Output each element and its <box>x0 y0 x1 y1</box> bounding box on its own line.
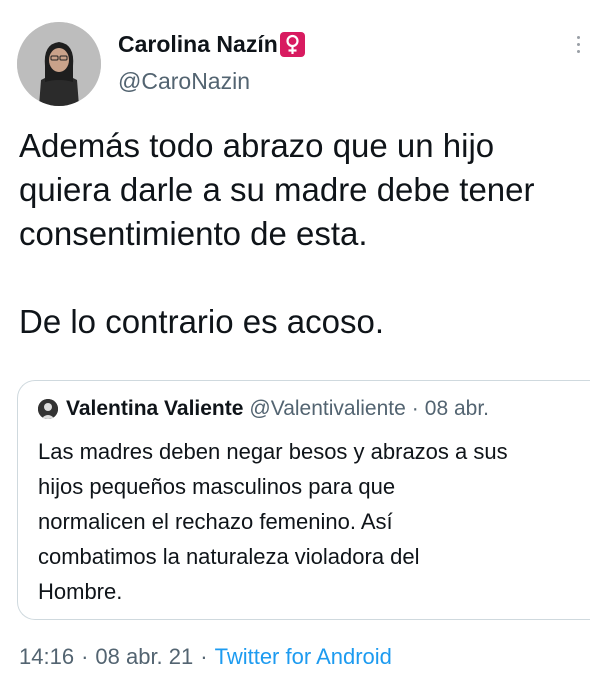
quoted-tweet-date[interactable]: 08 abr. <box>425 397 489 421</box>
quoted-text-line: Las madres deben negar besos y abrazos a… <box>38 439 508 464</box>
tweet-text-line: quiera darle a su madre debe tener <box>19 171 535 208</box>
tweet-text-line: Además todo abrazo que un hijo <box>19 127 495 164</box>
quoted-tweet-text: Las madres deben negar besos y abrazos a… <box>38 434 590 609</box>
avatar[interactable] <box>17 22 101 106</box>
separator-dot: · <box>411 397 419 420</box>
author-display-name[interactable]: Carolina Nazín <box>118 31 278 58</box>
quoted-author-name[interactable]: Valentina Valiente <box>66 397 243 421</box>
avatar-photo <box>17 22 101 106</box>
quoted-text-line: combatimos la naturaleza violadora del <box>38 544 420 569</box>
quoted-author-avatar[interactable] <box>38 399 58 419</box>
tweet-text-line: De lo contrario es acoso. <box>19 303 385 340</box>
tweet-source-link[interactable]: Twitter for Android <box>215 644 392 669</box>
separator-dot: · <box>200 644 208 669</box>
tweet-metadata: 14:16 · 08 abr. 21 · Twitter for Android <box>19 644 392 670</box>
tweet-text: Además todo abrazo que un hijo quiera da… <box>19 124 590 344</box>
tweet-text-line: consentimiento de esta. <box>19 215 368 252</box>
quoted-text-line: hijos pequeños masculinos para que <box>38 474 396 499</box>
tweet: Carolina Nazín @CaroNazin Además todo ab… <box>0 0 590 679</box>
author-handle[interactable]: @CaroNazin <box>118 68 250 95</box>
tweet-time[interactable]: 14:16 <box>19 644 74 669</box>
author-name-row[interactable]: Carolina Nazín <box>118 31 305 58</box>
quoted-text-line: normalicen el rechazo femenino. Así <box>38 509 393 534</box>
more-options-icon[interactable] <box>574 36 582 60</box>
quoted-tweet[interactable]: Valentina Valiente @Valentivaliente · 08… <box>17 380 590 620</box>
quoted-text-line: Hombre. <box>38 579 123 604</box>
tweet-date[interactable]: 08 abr. 21 <box>95 644 193 669</box>
female-sign-icon <box>279 32 305 57</box>
quoted-tweet-header: Valentina Valiente @Valentivaliente · 08… <box>38 397 489 421</box>
quoted-author-handle[interactable]: @Valentivaliente <box>249 397 405 421</box>
separator-dot: · <box>81 644 89 669</box>
